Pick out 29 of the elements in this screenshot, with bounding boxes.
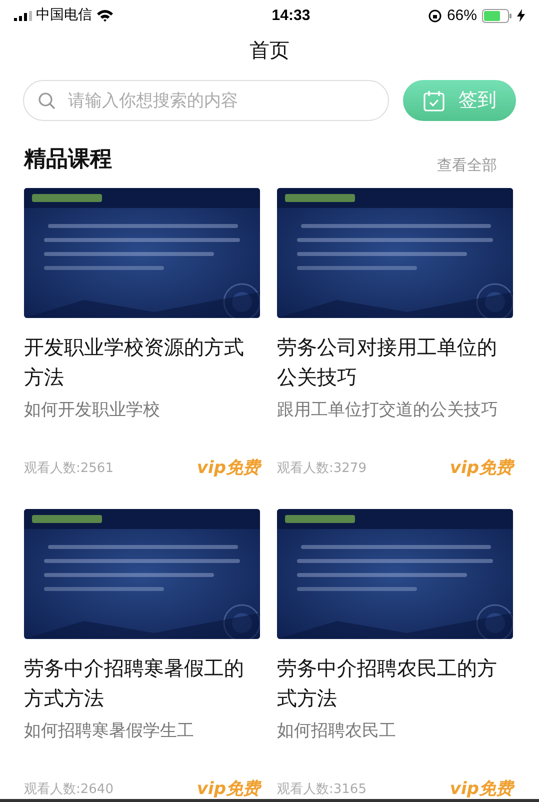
view-count: 观看人数:3279 [277, 460, 366, 478]
vip-free-label: vip免费 [450, 778, 513, 800]
wifi-icon [96, 9, 114, 22]
course-title[interactable]: 开发职业学校资源的方式方法 [24, 332, 250, 392]
vip-free-label: vip免费 [196, 778, 260, 800]
carrier-name: 中国电信 [36, 6, 92, 26]
course-subtitle: 跟用工单位打交道的公关技巧 [277, 399, 499, 422]
clock-time: 14:33 [272, 6, 310, 26]
view-count: 观看人数:2561 [24, 460, 114, 478]
page-title: 首页 [250, 36, 290, 64]
course-title[interactable]: 劳务中介招聘农民工的方式方法 [277, 653, 503, 713]
course-title[interactable]: 劳务中介招聘寒暑假工的方式方法 [24, 653, 250, 713]
view-count: 观看人数:3165 [277, 780, 366, 798]
course-subtitle: 如何开发职业学校 [24, 399, 161, 422]
vip-free-label: vip免费 [196, 456, 260, 480]
view-count: 观看人数:2640 [24, 780, 114, 798]
search-icon [38, 92, 56, 110]
calendar-check-icon [422, 90, 444, 112]
course-title[interactable]: 劳务公司对接用工单位的公关技巧 [277, 332, 503, 392]
course-subtitle: 如何招聘农民工 [277, 720, 397, 743]
charging-icon [517, 9, 525, 22]
battery-percent: 66% [446, 6, 477, 26]
rotation-lock-icon [428, 8, 442, 23]
course-subtitle: 如何招聘寒暑假学生工 [24, 720, 195, 743]
battery-icon [482, 8, 512, 23]
vip-free-label: vip免费 [450, 456, 513, 480]
section-title: 精品课程 [24, 146, 112, 174]
search-field[interactable]: 请输入你想搜索的内容 [23, 80, 389, 121]
signal-icon [14, 10, 32, 21]
